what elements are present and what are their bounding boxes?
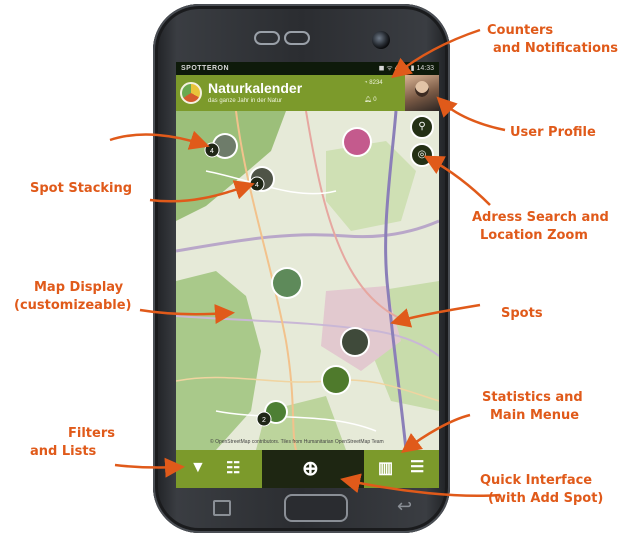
- annotation-line: (with Add Spot): [488, 491, 604, 506]
- annotation-map-display: Map Display (customizeable): [14, 279, 131, 315]
- annotation-user-profile: User Profile: [510, 125, 596, 140]
- annotation-address-search: Adress Search and Location Zoom: [472, 209, 609, 245]
- annotation-filters: Filters and Lists: [30, 425, 115, 461]
- annotation-line: and Notifications: [493, 41, 619, 56]
- annotation-spot-stacking: Spot Stacking: [30, 181, 133, 196]
- annotation-line: and Lists: [30, 444, 97, 459]
- annotation-line: Map Display: [34, 280, 124, 295]
- annotation-statistics: Statistics and Main Menue: [482, 389, 583, 425]
- annotation-quick-interface: Quick Interface (with Add Spot): [480, 472, 603, 508]
- annotation-line: Location Zoom: [480, 228, 588, 243]
- annotation-line: Quick Interface: [480, 473, 593, 488]
- annotation-line: Counters: [487, 23, 554, 38]
- annotation-line: Adress Search and: [472, 210, 609, 225]
- annotation-line: Main Menue: [490, 408, 580, 423]
- annotation-spots: Spots: [501, 306, 543, 321]
- annotation-line: Filters: [68, 426, 115, 441]
- annotation-counters: Counters and Notifications: [487, 22, 618, 58]
- annotation-line: (customizeable): [14, 298, 132, 313]
- annotation-line: Statistics and: [482, 390, 583, 405]
